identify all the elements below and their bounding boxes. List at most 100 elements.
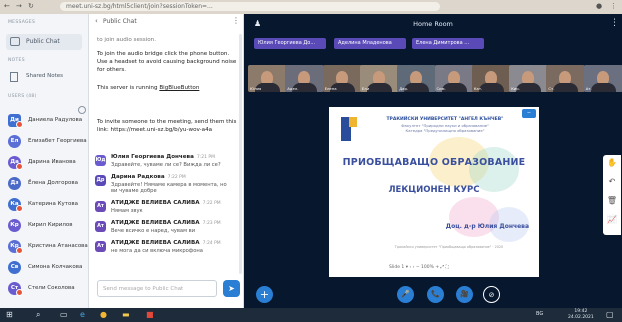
user-name: Даниела Радулова [28, 117, 83, 123]
message-time: 7:22 PM [202, 201, 221, 206]
mic-button[interactable]: 🎤 [397, 286, 414, 303]
shared-notes-label: Shared Notes [26, 73, 63, 79]
department-line: Катедра "Предучилищно образование" [405, 128, 485, 133]
message-text: ви чуваме добре [111, 188, 157, 194]
participant-body [366, 83, 392, 92]
phone-button[interactable]: 📞 [427, 286, 444, 303]
video-tile[interactable]: Дар. [397, 65, 437, 92]
user-list-item[interactable]: Св Симона Колчакова [4, 259, 84, 277]
screen-share-button[interactable]: ⊘ [483, 286, 500, 303]
participant-body [553, 83, 579, 92]
chart-icon[interactable]: 📈 [603, 215, 621, 224]
clock[interactable]: 19:42 24.02.2021 [568, 309, 594, 320]
profile-icon[interactable]: ● [596, 2, 602, 10]
video-tile-name: Кат. [473, 86, 483, 91]
chat-options-icon[interactable]: ⋮ [232, 16, 240, 25]
avatar: Юд [95, 155, 106, 166]
video-tile-name: Сим. [436, 86, 446, 91]
hide-chat-icon[interactable]: ‹ [95, 17, 98, 25]
chat-message-input[interactable]: Send message to Public Chat [97, 280, 217, 297]
avatar: Ст [8, 282, 23, 296]
user-name: Кирил Кирилов [28, 222, 73, 228]
taskbar-search-icon[interactable]: ⌕ [36, 310, 40, 320]
bbb-link[interactable]: BigBlueButton [159, 85, 199, 91]
minimize-presentation-button[interactable]: − [522, 109, 536, 118]
video-tile-name: Ст. [548, 86, 555, 91]
app-icon[interactable]: ■ [146, 310, 154, 319]
message-author-name: АТИДЖЕ ВЕЛИЕВА САЛИВА [111, 240, 200, 246]
user-name: Дарина Иванова [28, 159, 76, 165]
status-dot [16, 289, 23, 296]
message-author-name: Дарина Радкова [111, 174, 165, 180]
user-name: Ёлена Долгорова [28, 180, 78, 186]
talking-indicator[interactable]: Елена Димитрова ... [412, 38, 484, 49]
message-time: 7:22 PM [167, 175, 186, 180]
video-tile-name: Юлия [250, 86, 262, 91]
windows-start-icon[interactable]: ⊞ [6, 310, 13, 319]
user-name: Кристина Атанасова [28, 243, 88, 249]
chat-icon [10, 37, 20, 46]
video-tile[interactable]: Ат. [583, 65, 622, 92]
user-list-item[interactable]: Кр Кирил Кирилов [4, 217, 84, 235]
user-list-item[interactable]: Ст Стели Соколова [4, 280, 84, 298]
talking-indicator[interactable]: Юлия Георгиева До... [254, 38, 326, 49]
forward-icon[interactable]: → [16, 2, 22, 10]
undo-icon[interactable]: ↶ [603, 177, 621, 186]
video-tile[interactable]: Ст. [546, 65, 586, 92]
browser-menu-icon[interactable]: ⋮ [610, 2, 617, 10]
hand-tool-icon[interactable]: ✋ [603, 158, 621, 167]
video-tile[interactable]: Кир. [509, 65, 549, 92]
task-view-icon[interactable]: ▭ [60, 310, 68, 319]
back-icon[interactable]: ← [4, 2, 10, 10]
avatar: Ат [95, 221, 106, 232]
actions-button[interactable]: + [256, 286, 273, 303]
shared-notes-item[interactable]: Shared Notes [6, 70, 82, 84]
address-bar[interactable]: meet.uni-sz.bg/html5client/join?sessionT… [60, 2, 440, 11]
notifications-icon[interactable]: ▢ [606, 310, 614, 319]
video-tile[interactable]: Адел. [285, 65, 325, 92]
status-dot [16, 121, 23, 128]
audio-info-message: To join the audio bridge click the phone… [97, 51, 237, 73]
chat-scrollbar[interactable] [239, 34, 242, 274]
chat-message: Ат АТИДЖЕ ВЕЛИЕВА САЛИВА 7:23 PM Вече всичк… [95, 220, 241, 240]
user-list-item[interactable]: Дз Ёлена Долгорова [4, 175, 84, 193]
user-list-item[interactable]: Ел Елизабет Георгиева [4, 133, 87, 151]
user-name: Елизабет Георгиева [28, 138, 87, 144]
talking-indicator[interactable]: Аделина Младенова [334, 38, 406, 49]
options-menu-icon[interactable]: ⋮ [610, 18, 619, 28]
slide-controls[interactable]: Slide 1 ▾ ‹ › − 100% + ⤢ ⛶ [389, 264, 529, 270]
user-list-item[interactable]: Ка Катерина Кутова [4, 196, 84, 214]
slide-title: ПРИОБЩАВАЩО ОБРАЗОВАНИЕ [342, 157, 526, 168]
slide-subtitle: ЛЕКЦИОНЕН КУРС [388, 185, 480, 195]
browser-bar: ← → ↻ meet.uni-sz.bg/html5client/join?se… [0, 0, 622, 14]
avatar: Св [8, 261, 21, 274]
whiteboard-toolbar: ✋ ↶ 🗑 📈 [603, 155, 621, 235]
system-message: to join audio session. [97, 37, 157, 43]
video-tile[interactable]: Сим. [434, 65, 474, 92]
avatar: Ка [8, 198, 23, 212]
invite-message: To invite someone to the meeting, send t… [97, 119, 237, 133]
camera-button[interactable]: 🎥 [456, 286, 473, 303]
participant-body [590, 83, 616, 92]
reload-icon[interactable]: ↻ [28, 2, 34, 10]
user-list-item[interactable]: Ди Даниела Радулова [4, 112, 84, 130]
user-list-item[interactable]: Да Дарина Иванова [4, 154, 84, 172]
public-chat-item[interactable]: Public Chat [6, 34, 82, 50]
trash-icon[interactable]: 🗑 [603, 196, 621, 205]
edge-icon[interactable]: e [80, 310, 85, 319]
message-author: Юлия Георгиева Дончева 7:21 PM [111, 154, 215, 160]
language-indicator[interactable]: BG [536, 311, 543, 317]
video-tile[interactable]: Юлия [248, 65, 287, 92]
user-list-item[interactable]: Кр Кристина Атанасова [4, 238, 88, 256]
chrome-icon[interactable]: ● [100, 310, 107, 319]
user-name: Катерина Кутова [28, 201, 78, 207]
participant-body [478, 83, 504, 92]
video-tile[interactable]: Елена [322, 65, 362, 92]
video-tile[interactable]: Кат. [471, 65, 511, 92]
slide-footer: Тракийски университет "Приобщаващо образ… [394, 245, 504, 249]
send-button[interactable]: ➤ [223, 280, 240, 297]
avatar: Дз [8, 177, 21, 190]
status-dot [16, 205, 23, 212]
video-tile[interactable]: Ели [359, 65, 399, 92]
folder-icon[interactable]: ▬ [122, 310, 130, 319]
